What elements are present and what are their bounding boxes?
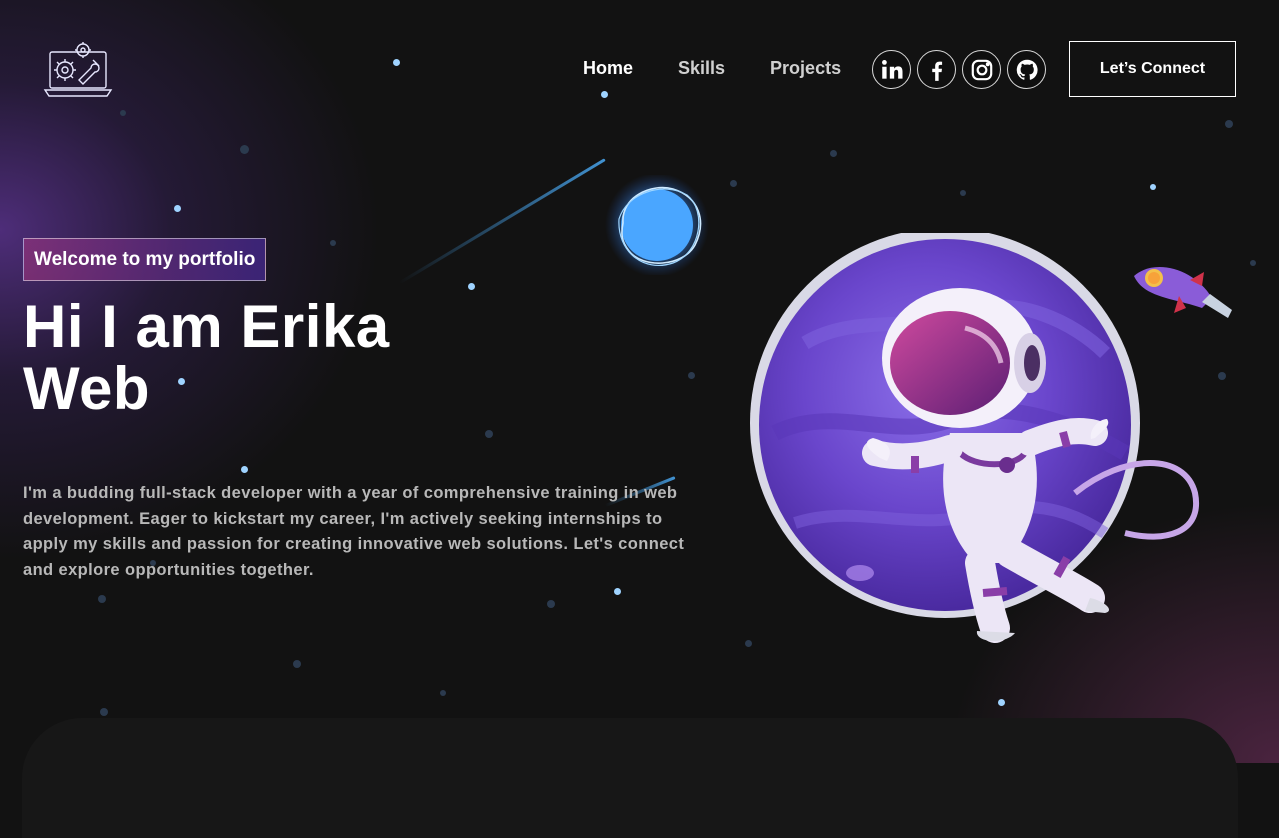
star: [998, 699, 1005, 706]
logo-laptop-gears-icon[interactable]: [43, 40, 113, 100]
rocket-illustration: [1134, 267, 1232, 318]
star: [100, 708, 108, 716]
nav-link-projects[interactable]: Projects: [770, 58, 841, 79]
star: [240, 145, 249, 154]
star: [830, 150, 837, 157]
star: [730, 180, 737, 187]
star: [330, 240, 336, 246]
facebook-icon[interactable]: [917, 50, 956, 89]
star: [485, 430, 493, 438]
linkedin-icon[interactable]: [872, 50, 911, 89]
star: [174, 205, 181, 212]
star: [393, 59, 400, 66]
star: [98, 595, 106, 603]
welcome-tagline: Welcome to my portfolio: [23, 238, 267, 281]
star: [601, 91, 608, 98]
hero-description: I'm a budding full-stack developer with …: [23, 484, 685, 579]
hero-title-line-2: Web: [23, 355, 151, 422]
star: [688, 372, 695, 379]
hero-title-line-1: Hi I am Erika: [23, 293, 390, 360]
github-icon[interactable]: [1007, 50, 1046, 89]
star: [440, 690, 446, 696]
skills-section-card: [22, 718, 1238, 838]
star: [960, 190, 966, 196]
star: [1225, 120, 1233, 128]
star: [293, 660, 301, 668]
shooting-star: [398, 158, 606, 285]
star: [120, 110, 126, 116]
instagram-icon[interactable]: [962, 50, 1001, 89]
star: [1150, 184, 1156, 190]
lets-connect-button[interactable]: Let’s Connect: [1069, 41, 1236, 97]
nav-link-skills[interactable]: Skills: [678, 58, 725, 79]
star: [547, 600, 555, 608]
star: [1250, 260, 1256, 266]
main-nav: Home Skills Projects: [583, 58, 886, 79]
star: [241, 466, 248, 473]
hero-title: Hi I am Erika Web: [23, 296, 390, 420]
star: [468, 283, 475, 290]
star: [1218, 372, 1226, 380]
nav-link-home[interactable]: Home: [583, 58, 633, 79]
glowing-planet-illustration: [605, 175, 709, 275]
star: [614, 588, 621, 595]
social-links: [872, 50, 1046, 89]
